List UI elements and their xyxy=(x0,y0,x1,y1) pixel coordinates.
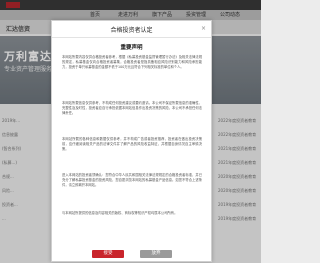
statement-paragraph: 与本网站所提供的信息及内容相关的版权、商标权等知识产权均属本公司所有。 xyxy=(62,211,178,215)
accept-button[interactable]: 接受 xyxy=(92,250,124,258)
statement-paragraph: 进入本网站的投资者须确认：您符合中华人民共和国相关法律法规规定的合格投资者标准，… xyxy=(62,173,202,187)
statement-paragraph: 本网站所载内容仅供合格投资者参考，根据《私募投资基金监督管理暂行办法》及相关法律… xyxy=(62,55,202,69)
close-icon[interactable]: × xyxy=(200,25,207,32)
statement-paragraph: 本网站所载的各种信息和数据仅供参考，并不构成广告或者投资推荐，投资者在做出投资决… xyxy=(62,137,202,151)
qualified-investor-modal: 合格投资者认定 × 重要声明 本网站所载内容仅供合格投资者参考，根据《私募投资基… xyxy=(51,20,212,262)
decline-button[interactable]: 放弃 xyxy=(140,250,172,258)
modal-header: 合格投资者认定 × xyxy=(52,21,211,38)
statement-title: 重要声明 xyxy=(120,45,143,51)
statement-paragraph: 本网站所载信息仅供参考，不构成任何投资建议或要约邀请。本公司不保证所载信息的准确… xyxy=(62,101,202,115)
modal-title: 合格投资者认定 xyxy=(110,27,153,34)
